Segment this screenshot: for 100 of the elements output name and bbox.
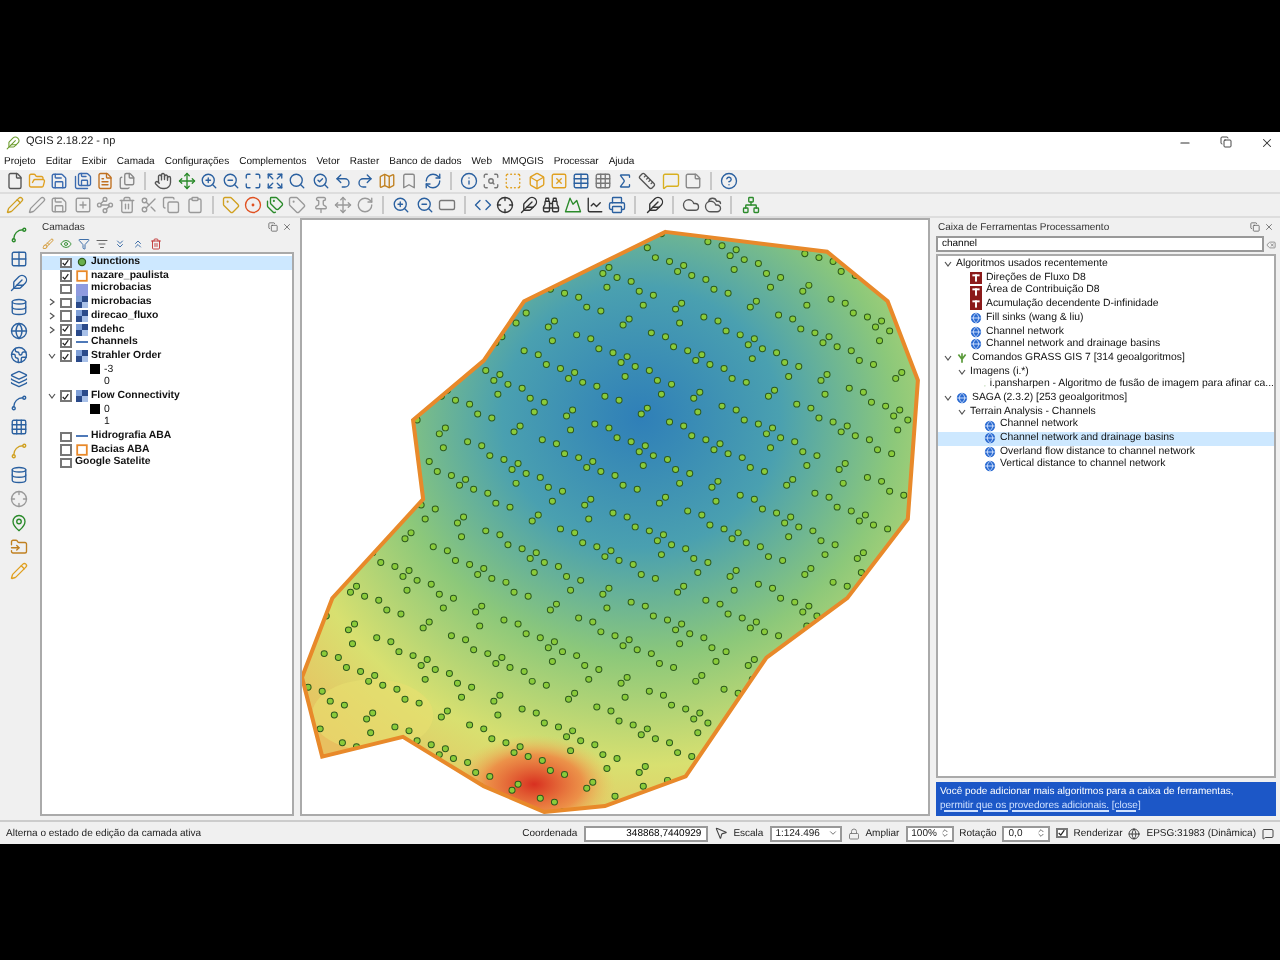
feather-icon[interactable] <box>519 196 537 214</box>
layer-checkbox[interactable] <box>60 350 71 362</box>
rectangle-icon[interactable] <box>437 196 456 214</box>
legend-swatch <box>90 364 100 375</box>
float-icon[interactable] <box>268 222 278 232</box>
layer-checkbox[interactable] <box>60 283 71 295</box>
zoom-in-icon[interactable] <box>392 196 411 214</box>
note-icon[interactable] <box>683 172 702 190</box>
ruler-icon[interactable] <box>638 172 657 190</box>
raster-symbol-icon <box>75 350 87 363</box>
identify-icon[interactable] <box>459 172 478 190</box>
zoom-layer-icon[interactable] <box>266 172 285 190</box>
close-icon[interactable] <box>1260 135 1274 149</box>
zoom-last-icon[interactable] <box>333 172 352 190</box>
dropdown-icon <box>827 828 838 838</box>
zoom-out-icon[interactable] <box>221 172 240 190</box>
zoom-out-icon[interactable] <box>415 196 434 214</box>
network-icon[interactable] <box>741 196 760 214</box>
spin-icon <box>1036 828 1047 838</box>
add-feature-icon[interactable] <box>73 196 92 214</box>
gps-icon[interactable] <box>9 490 27 508</box>
binoculars-icon[interactable] <box>541 196 560 214</box>
add-database-icon[interactable] <box>9 298 27 316</box>
add-wcs-icon[interactable] <box>9 346 27 364</box>
collapse-all-icon[interactable] <box>132 238 144 250</box>
tag-icon[interactable] <box>288 196 307 214</box>
save-icon[interactable] <box>50 172 69 190</box>
filter-legend-icon[interactable] <box>96 238 108 250</box>
raster-symbol-icon <box>75 390 87 403</box>
sigma-icon[interactable] <box>616 172 635 190</box>
layer-checkbox[interactable] <box>60 390 71 402</box>
profile-icon[interactable] <box>586 196 605 214</box>
help-icon[interactable] <box>720 172 739 190</box>
trash-icon[interactable] <box>117 196 136 214</box>
clipboard-icon[interactable] <box>185 196 203 214</box>
layout-icon[interactable] <box>95 172 114 190</box>
printer-icon[interactable] <box>608 196 627 214</box>
import-icon[interactable] <box>9 538 27 556</box>
spin-icon <box>939 828 950 838</box>
zoom-next-icon[interactable] <box>356 172 374 190</box>
add-grid-icon[interactable] <box>9 418 27 436</box>
labels-icon[interactable] <box>266 196 285 214</box>
nodes-icon[interactable] <box>95 196 114 214</box>
new-db-icon[interactable] <box>9 466 27 484</box>
save-as-icon[interactable] <box>73 172 92 190</box>
layer-checkbox[interactable] <box>60 270 71 282</box>
new-file-icon[interactable] <box>6 172 24 190</box>
table-icon[interactable] <box>571 172 590 190</box>
layer-checkbox[interactable] <box>60 297 71 309</box>
point-symbol-icon <box>75 256 87 269</box>
render-checkbox[interactable] <box>1056 827 1068 839</box>
terrain-icon[interactable] <box>563 196 582 214</box>
globe-icon <box>956 392 968 405</box>
map-view-icon[interactable] <box>378 172 397 190</box>
add-raster-icon[interactable] <box>9 250 27 268</box>
add-spatialite-icon[interactable] <box>9 394 27 412</box>
refresh-icon[interactable] <box>423 172 442 190</box>
zoom-in-icon[interactable] <box>199 172 218 190</box>
point-icon[interactable] <box>9 514 27 532</box>
zoom-selection-icon[interactable] <box>311 172 330 190</box>
remove-layer-icon[interactable] <box>150 238 162 250</box>
rotate-label-icon[interactable] <box>356 196 374 214</box>
layer-checkbox[interactable] <box>60 444 71 456</box>
layer-checkbox[interactable] <box>60 257 71 269</box>
maximize-icon[interactable] <box>1220 136 1232 148</box>
layer-checkbox[interactable] <box>60 457 71 469</box>
select-icon[interactable] <box>482 172 501 190</box>
pan-icon[interactable] <box>154 172 173 190</box>
save-icon[interactable] <box>50 196 69 214</box>
add-vector-icon[interactable] <box>9 226 27 244</box>
layer-checkbox[interactable] <box>60 431 71 443</box>
add-delimited-icon[interactable] <box>9 274 27 292</box>
layouts-icon[interactable] <box>117 172 136 190</box>
app-logo-icon <box>6 135 20 149</box>
line-symbol-icon <box>75 430 87 443</box>
crosshair-icon[interactable] <box>496 196 515 214</box>
lock-icon[interactable] <box>847 827 860 839</box>
float-icon[interactable] <box>1250 222 1260 232</box>
add-layers-icon[interactable] <box>9 370 27 388</box>
messages-icon[interactable] <box>1262 827 1274 839</box>
move-icon[interactable] <box>177 172 195 190</box>
polygon-symbol-icon <box>75 443 87 456</box>
cloud-icon[interactable] <box>682 196 700 214</box>
bookmark-icon[interactable] <box>400 172 419 190</box>
filter-icon[interactable] <box>78 238 90 250</box>
line-symbol-icon <box>75 336 87 349</box>
eye-icon[interactable] <box>60 238 72 250</box>
globe-icon[interactable] <box>1128 827 1141 839</box>
search-icon[interactable] <box>288 172 307 190</box>
cursor-icon[interactable] <box>713 826 728 840</box>
add-wms-icon[interactable] <box>9 322 27 340</box>
zoom-full-icon[interactable] <box>244 172 263 190</box>
grid-icon[interactable] <box>594 172 613 190</box>
layer-checkbox[interactable] <box>60 337 71 349</box>
expand-all-icon[interactable] <box>114 238 126 250</box>
legend-swatch <box>90 404 100 415</box>
clouds-icon[interactable] <box>704 196 723 214</box>
layer-checkbox[interactable] <box>60 310 71 322</box>
layer-checkbox[interactable] <box>60 324 71 336</box>
pin-icon[interactable] <box>311 196 330 214</box>
